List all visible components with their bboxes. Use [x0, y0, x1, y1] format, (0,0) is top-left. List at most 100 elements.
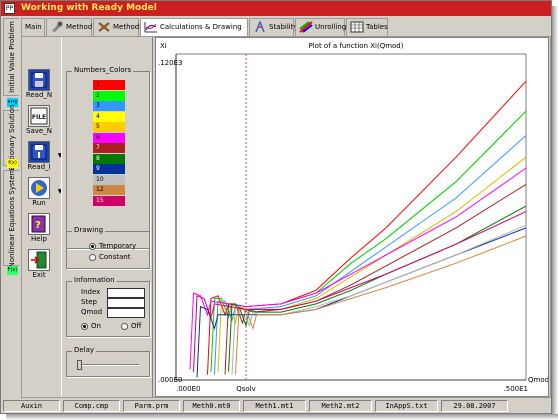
color-swatch-5[interactable]: 5	[93, 122, 125, 132]
series-line-10	[235, 235, 527, 375]
tab-unrolling[interactable]: Unrolling	[295, 18, 346, 36]
drawing-constant-radio[interactable]: Constant	[89, 253, 130, 261]
tab-calculations-drawing-label: Calculations & Drawing	[160, 23, 242, 31]
read-n-button[interactable]: Read_N	[23, 69, 55, 105]
chart-svg: Xi Plot of a function Xi(Qmod) .120E3 .000E…	[158, 42, 549, 393]
series-line-8	[196, 227, 527, 378]
status-cell-3: Meth0.mt0	[183, 400, 240, 412]
save-n-button[interactable]: FILE Save_N	[23, 105, 55, 141]
vtab-nonlinear-equations-system-label: Nonlinear Equations System	[7, 168, 16, 268]
delay-slider-thumb[interactable]	[77, 360, 82, 370]
tab-tables[interactable]: Tables	[346, 18, 388, 36]
tab-method1[interactable]: Method1	[46, 18, 97, 36]
radio-empty-icon	[89, 253, 96, 261]
run-label: Run	[32, 199, 46, 207]
series-line-9	[231, 224, 527, 375]
toolbar: Read_N FILE Save_N Read_I ▼ Run ▼ ? Help…	[23, 39, 62, 279]
help-label: Help	[31, 235, 47, 243]
color-swatch-6[interactable]: 6	[93, 132, 125, 143]
delay-group: Delay	[66, 346, 150, 377]
status-cell-5: Meth2.mt2	[309, 400, 372, 412]
numbers-colors-title: Numbers_Colors	[72, 66, 134, 74]
color-swatch-2[interactable]: 2	[93, 90, 125, 101]
radio-selected-icon	[89, 242, 96, 250]
save-n-label: Save_N	[26, 127, 52, 135]
tab-main[interactable]: Main	[21, 18, 45, 36]
plot-area: Xi Plot of a function Xi(Qmod) .120E3 .000E…	[155, 37, 549, 397]
drawing-temporary-label: Temporary	[99, 242, 137, 250]
vtab-stationary-solution[interactable]: Stationary Solution	[3, 105, 19, 171]
color-swatch-1[interactable]: 1	[93, 80, 125, 90]
drawing-constant-label: Constant	[99, 253, 131, 261]
vtab-initial-value-problem-label: Initial Value Problem	[7, 21, 16, 93]
tab-strip: Main Method1 Method2 Calculations & Draw…	[21, 18, 551, 37]
fx-matrix-icon: F(x)	[7, 266, 18, 275]
color-swatch-15[interactable]: 15	[93, 195, 125, 206]
qmod-label: Qmod	[81, 308, 103, 316]
x-axis-label: Qmod	[528, 376, 548, 384]
series-line-5	[189, 167, 527, 370]
series-line-11	[193, 211, 527, 372]
series-line-4	[217, 156, 527, 372]
title-bar: PP Working with Ready Model	[1, 1, 551, 16]
exit-door-icon	[28, 249, 50, 271]
tab-stability[interactable]: Stability	[249, 18, 298, 36]
qmod-field[interactable]	[107, 308, 145, 318]
vertical-tab-strip: Initial Value Problem x↔y Stationary Sol…	[3, 18, 20, 398]
settings-panel: Numbers_Colors 1 2 3 4 5 6 7 8 9 10 12 15 Drawing T…	[61, 37, 153, 397]
series-line-3	[214, 135, 527, 375]
status-cell-4: Meth1.mt1	[243, 400, 306, 412]
color-swatch-12[interactable]: 12	[93, 185, 125, 195]
read-i-label: Read_I	[27, 163, 51, 171]
information-on-label: On	[91, 322, 101, 330]
tab-method2[interactable]: Method2	[93, 18, 144, 36]
tab-calculations-drawing[interactable]: Calculations & Drawing	[140, 18, 248, 37]
drawing-group: Drawing Temporary Constant	[66, 226, 150, 269]
exit-button[interactable]: Exit	[23, 249, 55, 285]
save-n-icon: FILE	[28, 105, 50, 127]
index-field[interactable]	[107, 288, 145, 298]
information-title: Information	[72, 276, 117, 284]
save-badge-text: FILE	[32, 114, 46, 121]
tab-main-label: Main	[25, 23, 42, 31]
help-button[interactable]: ? Help	[23, 213, 55, 249]
information-on-radio[interactable]: On	[81, 322, 101, 330]
vtab-initial-value-problem[interactable]: Initial Value Problem	[3, 18, 19, 96]
run-icon	[28, 177, 50, 199]
color-swatch-10[interactable]: 10	[93, 174, 125, 185]
read-i-button[interactable]: Read_I	[23, 141, 55, 177]
information-off-radio[interactable]: Off	[121, 322, 141, 330]
exit-label: Exit	[32, 271, 46, 279]
run-button[interactable]: Run	[23, 177, 55, 213]
vtab-nonlinear-equations-system[interactable]: Nonlinear Equations System	[3, 168, 19, 268]
color-swatch-7[interactable]: 7	[93, 143, 125, 153]
read-n-icon	[28, 69, 50, 91]
status-cell-1: Comp.cmp	[63, 400, 120, 412]
help-book-icon: ?	[28, 213, 50, 235]
y-bottom-tick-label: .000E0	[158, 376, 182, 384]
x-left-tick-label: .000E0	[176, 385, 200, 393]
status-cell-7: 29.08.2007	[441, 400, 508, 412]
color-swatch-9[interactable]: 9	[93, 164, 125, 174]
svg-text:?: ?	[35, 220, 41, 231]
delay-title: Delay	[72, 346, 97, 354]
status-bar: Auxin Comp.cmp Parm.prm Meth0.mt0 Meth1.mt1 M…	[1, 399, 551, 413]
read-n-label: Read_N	[25, 91, 53, 99]
fx-icon: f(x)	[7, 159, 18, 168]
series-line-1	[207, 80, 527, 375]
tab-stability-label: Stability	[269, 23, 298, 31]
color-swatch-3[interactable]: 3	[93, 101, 125, 111]
information-off-label: Off	[131, 322, 142, 330]
drawing-temporary-radio[interactable]: Temporary	[89, 242, 136, 250]
x-right-tick-label: .500E1	[504, 385, 528, 393]
delay-slider-track[interactable]	[77, 364, 139, 366]
graph-icon	[144, 21, 158, 33]
status-cell-6: InAppS.txt	[375, 400, 438, 412]
y-axis-label: Xi	[160, 42, 167, 50]
step-field[interactable]	[107, 298, 145, 308]
stability-icon	[253, 19, 267, 33]
chart-title: Plot of a function Xi(Qmod)	[309, 42, 404, 50]
color-swatch-4[interactable]: 4	[93, 111, 125, 122]
tables-icon	[350, 21, 364, 33]
color-swatch-8[interactable]: 8	[93, 153, 125, 164]
